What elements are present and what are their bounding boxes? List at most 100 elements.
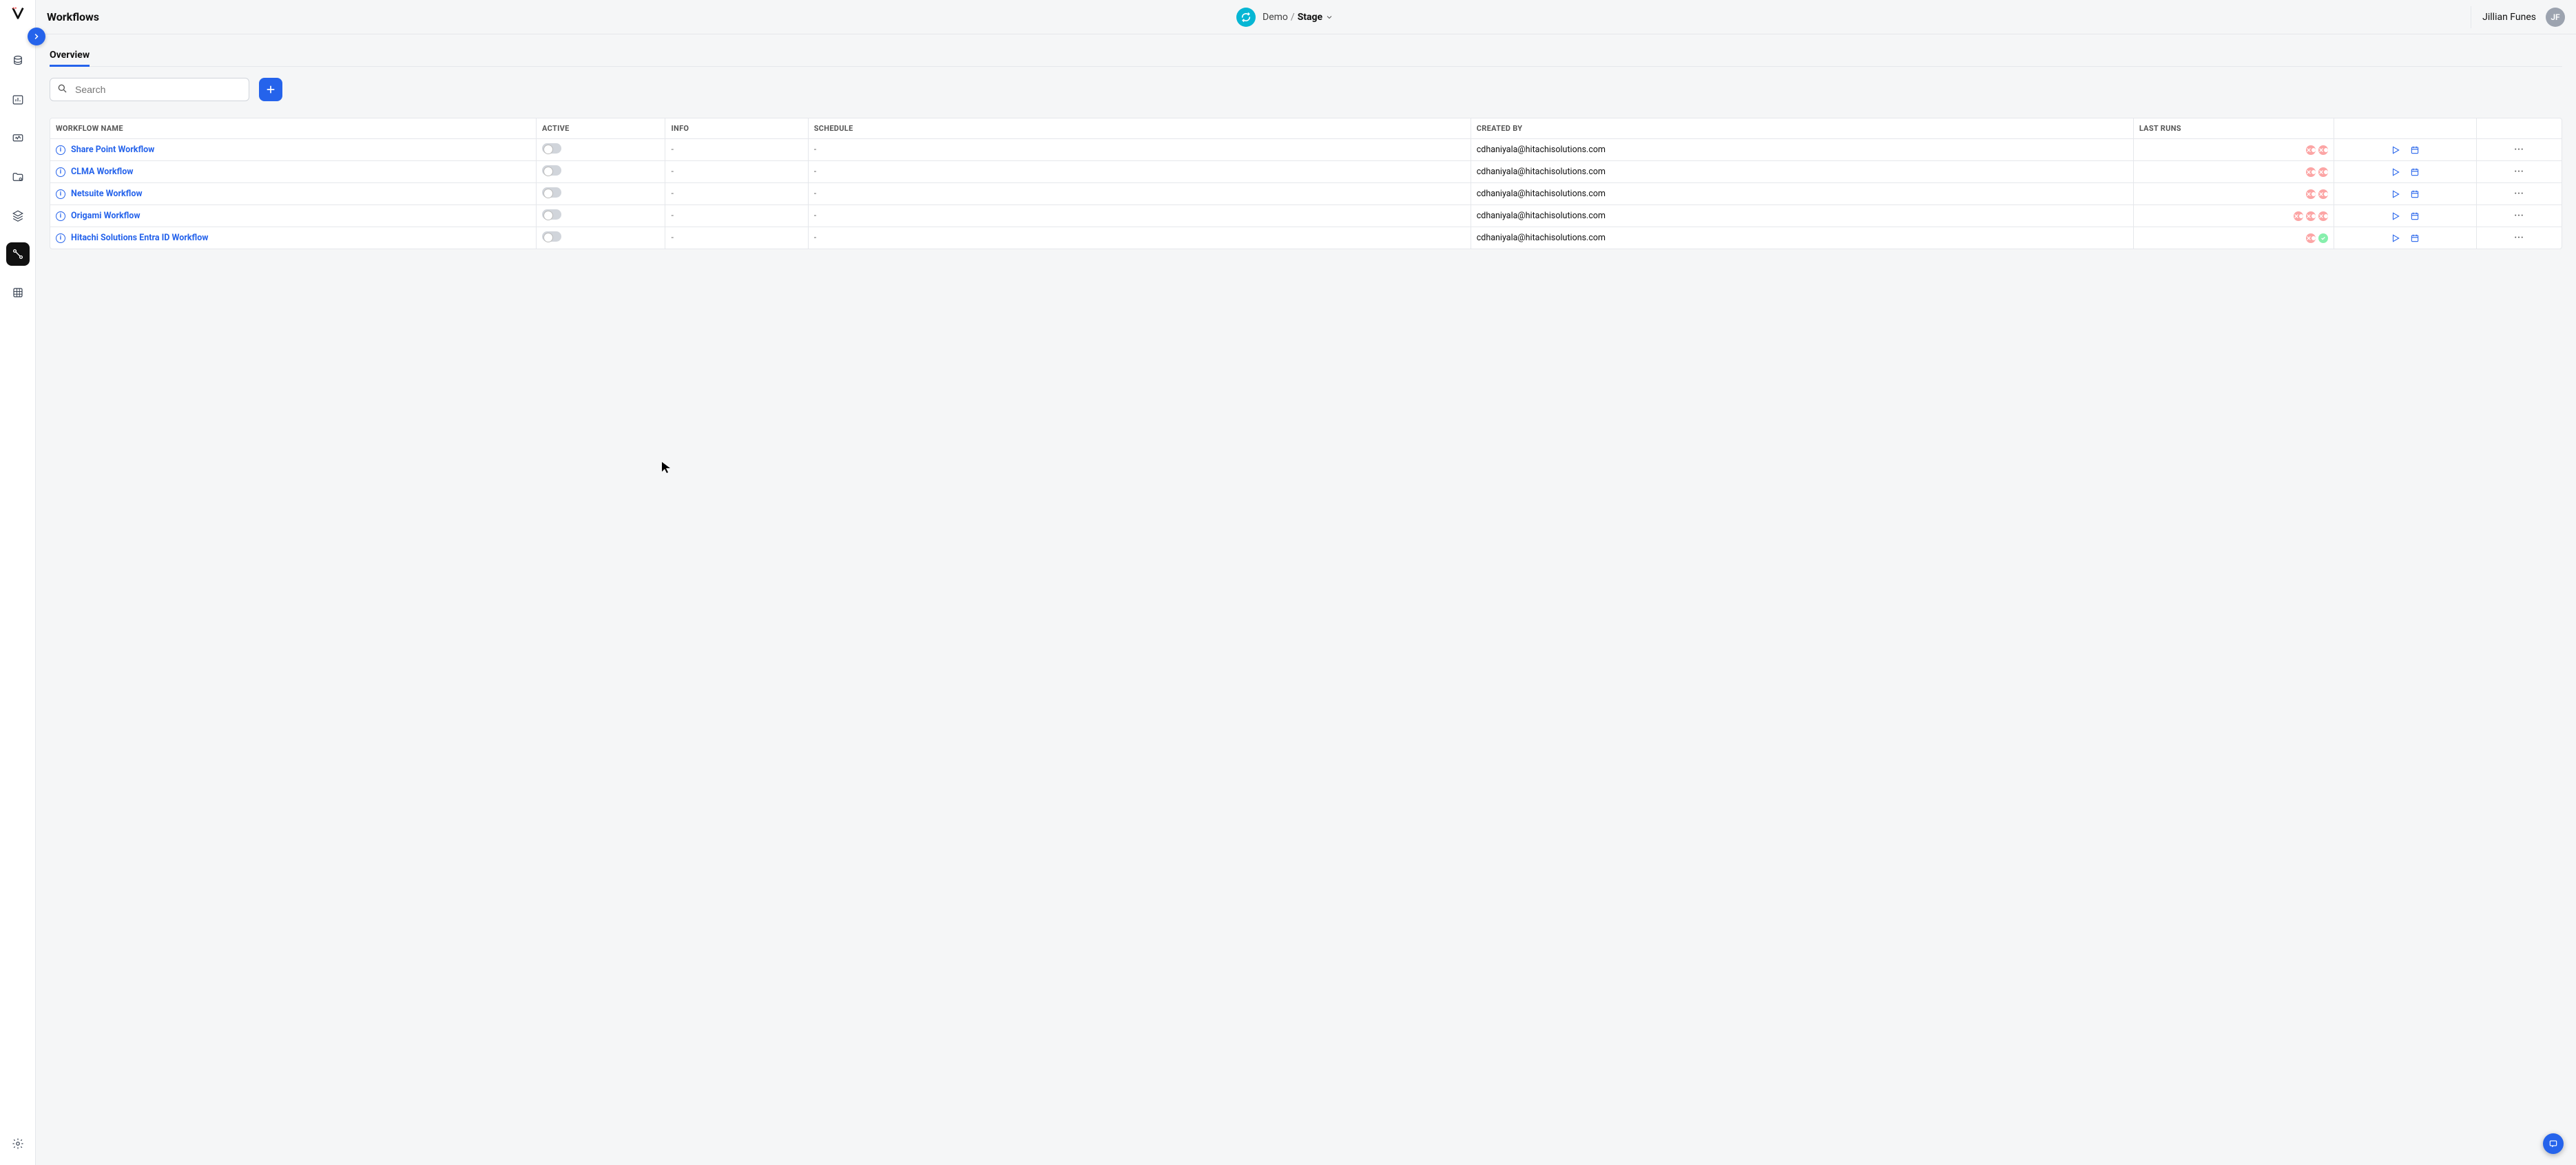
active-toggle[interactable]	[542, 209, 561, 220]
tab-overview[interactable]: Overview	[50, 44, 90, 66]
gear-icon	[12, 1137, 24, 1150]
workflows-table: Workflow Name Active Info Schedule Creat…	[50, 118, 2562, 249]
schedule-button[interactable]	[2410, 233, 2420, 243]
chat-icon	[2548, 1139, 2558, 1148]
run-button[interactable]	[2391, 189, 2400, 199]
schedule-button[interactable]	[2410, 145, 2420, 155]
header: Workflows Demo / Stage Jillian Funes JF	[36, 0, 2576, 34]
more-button[interactable]: ···	[2514, 145, 2524, 155]
table-row: iShare Point Workflow--cdhaniyala@hitach…	[50, 139, 2562, 161]
table-row: i Netsuite Workflow - - cdhaniyala@hitachiso…	[50, 183, 2562, 205]
workflow-icon	[12, 248, 24, 260]
search-icon	[56, 83, 67, 96]
active-toggle[interactable]	[542, 187, 561, 198]
chat-fab[interactable]	[2543, 1133, 2564, 1154]
run-fail-icon	[2306, 233, 2316, 243]
th-active: Active	[537, 118, 665, 139]
expand-sidebar-button[interactable]	[28, 28, 45, 45]
run-button[interactable]	[2391, 211, 2400, 221]
more-button[interactable]: ···	[2514, 211, 2524, 221]
info-cell: -	[671, 189, 673, 199]
th-actions	[2334, 118, 2476, 139]
chevron-right-icon	[32, 32, 41, 41]
run-ok-icon	[2318, 233, 2328, 243]
run-fail-icon	[2306, 211, 2316, 221]
sidebar-item-monitor[interactable]	[6, 127, 30, 150]
tabs: Overview	[50, 44, 2562, 67]
info-icon[interactable]: i	[56, 167, 65, 177]
more-button[interactable]: ···	[2514, 233, 2524, 243]
main: Workflows Demo / Stage Jillian Funes JF …	[36, 0, 2576, 1165]
monitor-icon	[12, 132, 24, 145]
created-by-cell: cdhaniyala@hitachisolutions.com	[1477, 167, 1606, 177]
last-runs	[2139, 189, 2328, 199]
search-input-wrap	[50, 78, 249, 101]
more-button[interactable]: ···	[2514, 189, 2524, 199]
last-runs	[2139, 233, 2328, 243]
schedule-cell: -	[814, 189, 816, 199]
last-runs	[2139, 167, 2328, 177]
env-stage: Stage	[1298, 12, 1322, 23]
database-icon	[12, 55, 24, 67]
run-fail-icon	[2306, 167, 2316, 177]
created-by-cell: cdhaniyala@hitachisolutions.com	[1477, 211, 1606, 221]
workflow-link[interactable]: CLMA Workflow	[71, 167, 133, 177]
active-toggle[interactable]	[542, 143, 561, 154]
last-runs	[2139, 145, 2328, 155]
page-title: Workflows	[47, 10, 99, 23]
run-fail-icon	[2318, 189, 2328, 199]
user-name: Jillian Funes	[2482, 12, 2536, 23]
info-cell: -	[671, 233, 673, 243]
created-by-cell: cdhaniyala@hitachisolutions.com	[1477, 233, 1606, 243]
sidebar-item-database[interactable]	[6, 50, 30, 73]
run-fail-icon	[2318, 211, 2328, 221]
run-fail-icon	[2306, 189, 2316, 199]
run-button[interactable]	[2391, 145, 2400, 155]
schedule-button[interactable]	[2410, 189, 2420, 199]
workflow-link[interactable]: Hitachi Solutions Entra ID Workflow	[71, 233, 208, 243]
run-fail-icon	[2306, 145, 2316, 155]
th-created: Created By	[1471, 118, 2133, 139]
active-toggle[interactable]	[542, 165, 561, 176]
th-last-runs: Last Runs	[2133, 118, 2334, 139]
run-fail-icon	[2294, 211, 2303, 221]
sidebar-item-workflows[interactable]	[6, 242, 30, 266]
active-toggle[interactable]	[542, 231, 561, 242]
schedule-cell: -	[814, 233, 816, 243]
app-logo	[9, 4, 27, 22]
info-icon[interactable]: i	[56, 189, 65, 199]
search-input[interactable]	[50, 78, 249, 101]
info-cell: -	[671, 167, 673, 177]
workflow-link[interactable]: Share Point Workflow	[71, 145, 154, 155]
run-button[interactable]	[2391, 167, 2400, 177]
info-icon[interactable]: i	[56, 145, 65, 155]
chart-icon	[12, 94, 24, 106]
workflow-link[interactable]: Origami Workflow	[71, 211, 141, 221]
environment-picker[interactable]: Demo / Stage	[1263, 12, 1333, 23]
add-workflow-button[interactable]	[259, 78, 282, 101]
sidebar-item-settings[interactable]	[6, 1132, 30, 1155]
run-button[interactable]	[2391, 233, 2400, 243]
workflow-link[interactable]: Netsuite Workflow	[71, 189, 143, 199]
env-org: Demo	[1263, 12, 1288, 23]
info-icon[interactable]: i	[56, 233, 65, 243]
info-icon[interactable]: i	[56, 211, 65, 221]
run-fail-icon	[2318, 167, 2328, 177]
schedule-button[interactable]	[2410, 211, 2420, 221]
plus-icon	[265, 84, 276, 95]
sidebar-item-tables[interactable]	[6, 281, 30, 304]
sidebar	[0, 0, 36, 1165]
sidebar-item-dashboard[interactable]	[6, 88, 30, 112]
sidebar-item-layers[interactable]	[6, 204, 30, 227]
info-cell: -	[671, 211, 673, 221]
schedule-cell: -	[814, 145, 816, 155]
more-button[interactable]: ···	[2514, 167, 2524, 177]
schedule-button[interactable]	[2410, 167, 2420, 177]
sidebar-nav	[6, 50, 30, 304]
th-info: Info	[665, 118, 808, 139]
schedule-cell: -	[814, 167, 816, 177]
created-by-cell: cdhaniyala@hitachisolutions.com	[1477, 189, 1606, 199]
avatar[interactable]: JF	[2546, 8, 2565, 27]
layers-icon	[12, 209, 24, 222]
sidebar-item-quality[interactable]	[6, 165, 30, 189]
